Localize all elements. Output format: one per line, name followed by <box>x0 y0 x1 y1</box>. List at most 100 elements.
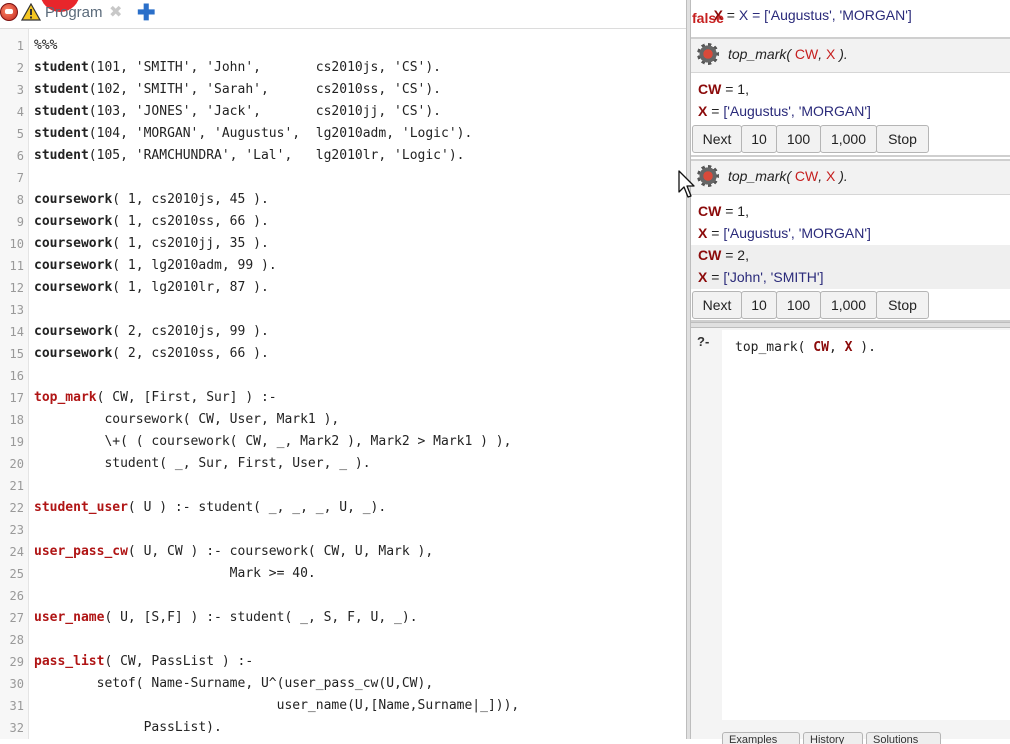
code-text[interactable]: coursework( 1, lg2010adm, 99 ). <box>34 255 277 277</box>
next-10-button[interactable]: 10 <box>741 291 777 319</box>
query-editor[interactable]: top_mark( CW, X ). <box>722 330 1010 720</box>
code-text[interactable]: student_user( U ) :- student( _, _, _, U… <box>34 497 386 519</box>
answer-eq: = 1, <box>721 81 749 97</box>
code-text[interactable]: user_name( U, [S,F] ) :- student( _, S, … <box>34 607 418 629</box>
code-text[interactable]: student(103, 'JONES', 'Jack', cs2010jj, … <box>34 101 441 123</box>
next-10-button[interactable]: 10 <box>741 125 777 153</box>
code-line[interactable]: 21 <box>0 475 686 497</box>
code-line[interactable]: 15 coursework( 2, cs2010ss, 66 ). <box>0 343 686 365</box>
answer-eq: = 1, <box>721 203 749 219</box>
code-line[interactable]: 17 top_mark( CW, [First, Sur] ) :- <box>0 387 686 409</box>
code-text[interactable]: user_pass_cw( U, CW ) :- coursework( CW,… <box>34 541 433 563</box>
gear-icon[interactable] <box>697 43 719 65</box>
code-line[interactable]: 8 coursework( 1, cs2010js, 45 ). <box>0 189 686 211</box>
line-number: 10 <box>9 237 24 251</box>
predicate-name: student <box>34 60 89 75</box>
code-text[interactable]: student(101, 'SMITH', 'John', cs2010js, … <box>34 57 441 79</box>
code-text[interactable]: coursework( 2, cs2010ss, 66 ). <box>34 343 269 365</box>
code-line[interactable]: 1%%% <box>0 35 686 57</box>
code-line[interactable]: 9 coursework( 1, cs2010ss, 66 ). <box>0 211 686 233</box>
solutions-button[interactable]: Solutions <box>866 732 941 744</box>
code-text[interactable]: top_mark( CW, [First, Sur] ) :- <box>34 387 277 409</box>
line-number: 28 <box>9 633 24 647</box>
code-line[interactable]: 20 student( _, Sur, First, User, _ ). <box>0 453 686 475</box>
code-text[interactable]: Mark >= 40. <box>34 563 316 585</box>
code-line[interactable]: 28 <box>0 629 686 651</box>
next-1000-button[interactable]: 1,000 <box>820 291 877 319</box>
code-text[interactable]: user_name(U,[Name,Surname|_])), <box>34 695 520 717</box>
predicate-name: student <box>34 148 89 163</box>
code-text[interactable]: pass_list( CW, PassList ) :- <box>34 651 253 673</box>
code-line[interactable]: 16 <box>0 365 686 387</box>
runner-query: top_mark( CW, X ). <box>728 46 848 62</box>
line-number: 14 <box>9 325 24 339</box>
code-line[interactable]: 4 student(103, 'JONES', 'Jack', cs2010jj,… <box>0 101 686 123</box>
code-line[interactable]: 23 <box>0 519 686 541</box>
code-text[interactable]: student(104, 'MORGAN', 'Augustus', lg201… <box>34 123 472 145</box>
code-line[interactable]: 2 student(101, 'SMITH', 'John', cs2010js,… <box>0 57 686 79</box>
code-text[interactable]: %%% <box>34 35 57 57</box>
code-text[interactable]: coursework( 1, lg2010lr, 87 ). <box>34 277 269 299</box>
answer-line: CW = 2, <box>698 247 749 263</box>
gear-icon[interactable] <box>697 165 719 187</box>
add-tab-icon[interactable]: ✚ <box>137 0 155 26</box>
history-button[interactable]: History <box>803 732 863 744</box>
query-text-var-cw: CW <box>813 340 829 355</box>
answer-value: ['John', 'SMITH'] <box>723 269 824 285</box>
next-100-button[interactable]: 100 <box>776 125 821 153</box>
query-text[interactable]: top_mark( CW, X ). <box>735 340 876 355</box>
examples-button[interactable]: Examples <box>722 732 800 744</box>
code-line[interactable]: 3 student(102, 'SMITH', 'Sarah', cs2010ss… <box>0 79 686 101</box>
predicate-args: ( U ) :- student( _, _, _, U, _). <box>127 500 387 515</box>
answer-eq: = <box>707 269 724 285</box>
code-line[interactable]: 6 student(105, 'RAMCHUNDRA', 'Lal', lg201… <box>0 145 686 167</box>
code-text[interactable]: PassList). <box>34 717 222 739</box>
code-line[interactable]: 22 student_user( U ) :- student( _, _, _,… <box>0 497 686 519</box>
next-100-button[interactable]: 100 <box>776 291 821 319</box>
code-text[interactable]: student( _, Sur, First, User, _ ). <box>34 453 370 475</box>
code-text[interactable]: student(105, 'RAMCHUNDRA', 'Lal', lg2010… <box>34 145 464 167</box>
code-line[interactable]: 29 pass_list( CW, PassList ) :- <box>0 651 686 673</box>
code-text[interactable]: coursework( 2, cs2010js, 99 ). <box>34 321 269 343</box>
predicate-args: ( 1, lg2010adm, 99 ). <box>112 258 277 273</box>
next-1000-button[interactable]: 1,000 <box>820 125 877 153</box>
code-text[interactable]: coursework( 1, cs2010ss, 66 ). <box>34 211 269 233</box>
code-line[interactable]: 32 PassList). <box>0 717 686 739</box>
code-text[interactable]: \+( ( coursework( CW, _, Mark2 ), Mark2 … <box>34 431 511 453</box>
tab-close-icon[interactable]: ✖ <box>109 2 122 22</box>
code-line[interactable]: 7 <box>0 167 686 189</box>
code-line[interactable]: 19 \+( ( coursework( CW, _, Mark2 ), Mar… <box>0 431 686 453</box>
code-text[interactable]: student(102, 'SMITH', 'Sarah', cs2010ss,… <box>34 79 441 101</box>
answer-eq: = <box>707 103 724 119</box>
query-predicate: top_mark( <box>728 168 792 184</box>
code-text[interactable]: coursework( 1, cs2010jj, 35 ). <box>34 233 269 255</box>
code-line[interactable]: 13 <box>0 299 686 321</box>
code-text[interactable]: setof( Name-Surname, U^(user_pass_cw(U,C… <box>34 673 434 695</box>
code-line[interactable]: 10 coursework( 1, cs2010jj, 35 ). <box>0 233 686 255</box>
code-line[interactable]: 26 <box>0 585 686 607</box>
answer-line: X = ['Augustus', 'MORGAN'] <box>698 225 871 241</box>
previous-answer-value: X = ['Augustus', 'MORGAN'] <box>738 7 912 23</box>
swish-logo-icon[interactable] <box>0 3 18 21</box>
answer-var: CW <box>698 247 722 263</box>
code-line[interactable]: 27 user_name( U, [S,F] ) :- student( _, S… <box>0 607 686 629</box>
stop-button[interactable]: Stop <box>876 291 929 319</box>
next-button[interactable]: Next <box>692 291 742 319</box>
code-line[interactable]: 31 user_name(U,[Name,Surname|_])), <box>0 695 686 717</box>
code-editor[interactable]: 1%%% 2 student(101, 'SMITH', 'John', cs201… <box>0 35 686 739</box>
code-line[interactable]: 30 setof( Name-Surname, U^(user_pass_cw(… <box>0 673 686 695</box>
code-line[interactable]: 18 coursework( CW, User, Mark1 ), <box>0 409 686 431</box>
stop-button[interactable]: Stop <box>876 125 929 153</box>
predicate-args: (105, 'RAMCHUNDRA', 'Lal', lg2010lr, 'Lo… <box>88 148 465 163</box>
line-number: 18 <box>9 413 24 427</box>
code-line[interactable]: 5 student(104, 'MORGAN', 'Augustus', lg20… <box>0 123 686 145</box>
code-line[interactable]: 25 Mark >= 40. <box>0 563 686 585</box>
next-button[interactable]: Next <box>692 125 742 153</box>
code-line[interactable]: 12 coursework( 1, lg2010lr, 87 ). <box>0 277 686 299</box>
code-line[interactable]: 14 coursework( 2, cs2010js, 99 ). <box>0 321 686 343</box>
code-line[interactable]: 11 coursework( 1, lg2010adm, 99 ). <box>0 255 686 277</box>
code-line[interactable]: 24 user_pass_cw( U, CW ) :- coursework( C… <box>0 541 686 563</box>
code-text[interactable]: coursework( CW, User, Mark1 ), <box>34 409 339 431</box>
tab-program[interactable]: Program <box>45 4 103 21</box>
code-text[interactable]: coursework( 1, cs2010js, 45 ). <box>34 189 269 211</box>
